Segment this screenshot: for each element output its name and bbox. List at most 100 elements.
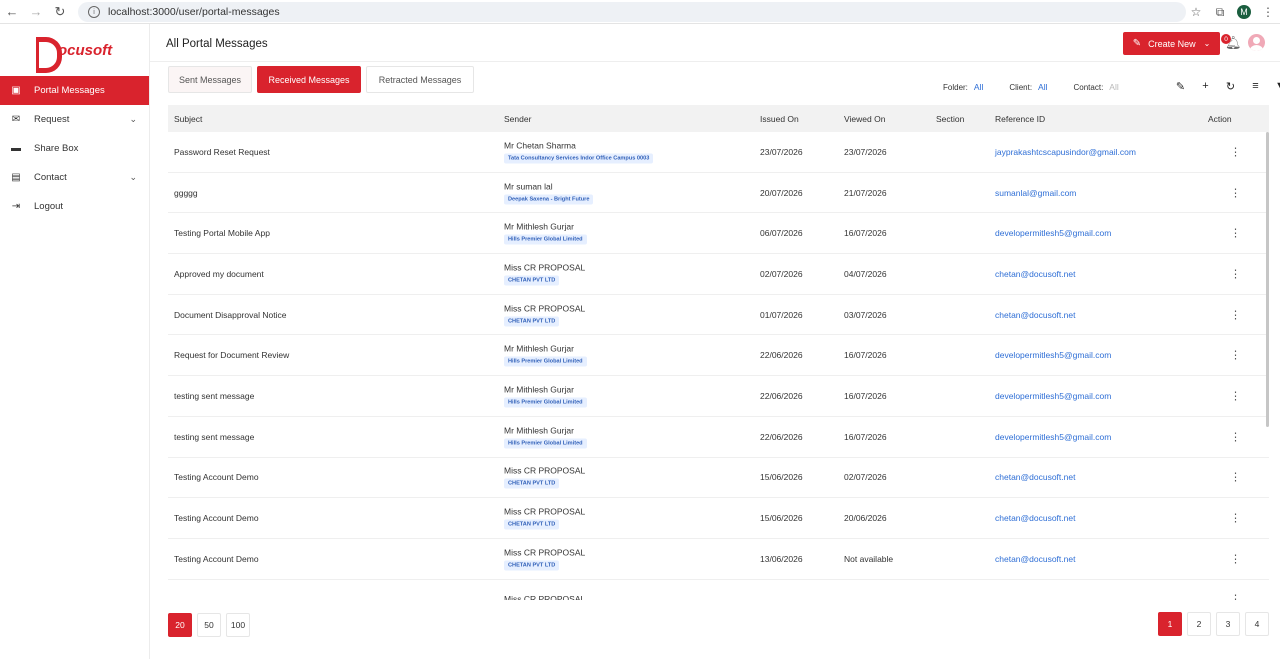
row-actions-kebab-icon[interactable]: ⋮ bbox=[1230, 186, 1241, 199]
page-size-20[interactable]: 20 bbox=[168, 613, 192, 637]
table-row[interactable]: Document Disapproval Notice Miss CR PROPO… bbox=[168, 295, 1269, 336]
client-filter-select[interactable]: All bbox=[1038, 82, 1047, 92]
cell-viewed-on: 16/07/2026 bbox=[844, 350, 887, 361]
page-button-1[interactable]: 1 bbox=[1158, 612, 1182, 636]
refresh-icon[interactable]: ↻ bbox=[1218, 80, 1243, 93]
column-header-viewed-on[interactable]: Viewed On bbox=[844, 114, 885, 124]
sidebar-item-share-box[interactable]: ▬ Share Box bbox=[0, 134, 149, 163]
cell-viewed-on: 16/07/2026 bbox=[844, 228, 887, 239]
browser-menu-icon[interactable]: ⋮ bbox=[1256, 5, 1280, 19]
column-header-section[interactable]: Section bbox=[936, 114, 964, 124]
tab-retracted-messages[interactable]: Retracted Messages bbox=[366, 66, 474, 93]
table-row[interactable]: Testing Portal Mobile App Mr Mithlesh Gur… bbox=[168, 213, 1269, 255]
page-button-2[interactable]: 2 bbox=[1187, 612, 1211, 636]
cell-issued-on: 13/06/2026 bbox=[760, 553, 803, 564]
column-header-reference-id[interactable]: Reference ID bbox=[995, 114, 1045, 124]
table-row[interactable]: ggggg Mr suman lal Deepak Saxena - Bright … bbox=[168, 173, 1269, 214]
table-row[interactable]: testing sent message Mr Mithlesh Gurjar Hi… bbox=[168, 376, 1269, 417]
sender-name: Miss CR PROPOSAL bbox=[504, 594, 586, 600]
row-actions-kebab-icon[interactable]: ⋮ bbox=[1230, 512, 1241, 525]
sender-name: Mr Mithlesh Gurjar bbox=[504, 221, 574, 232]
page-button-4[interactable]: 4 bbox=[1245, 612, 1269, 636]
table-header: Subject Sender Issued On Viewed On Secti… bbox=[168, 105, 1269, 132]
chevron-down-icon: ⌄ bbox=[129, 172, 137, 182]
contact-filter-select[interactable]: All bbox=[1109, 82, 1118, 92]
row-actions-kebab-icon[interactable]: ⋮ bbox=[1230, 308, 1241, 321]
column-header-subject[interactable]: Subject bbox=[174, 114, 202, 124]
row-actions-kebab-icon[interactable]: ⋮ bbox=[1230, 349, 1241, 362]
url-text: localhost:3000/user/portal-messages bbox=[108, 6, 280, 18]
inbox-icon: ▣ bbox=[11, 85, 21, 96]
forward-arrow-icon[interactable]: → bbox=[24, 0, 48, 24]
extensions-icon[interactable]: ⧉ bbox=[1208, 5, 1232, 20]
sender-name: Miss CR PROPOSAL bbox=[504, 262, 586, 273]
reference-id-link[interactable]: developermitlesh5@gmail.com bbox=[995, 432, 1111, 442]
sort-icon[interactable]: ≡ bbox=[1243, 80, 1268, 93]
page-size-50[interactable]: 50 bbox=[197, 613, 221, 637]
address-bar[interactable]: i localhost:3000/user/portal-messages bbox=[78, 2, 1186, 22]
tab-sent-messages[interactable]: Sent Messages bbox=[168, 66, 252, 93]
back-arrow-icon[interactable]: ← bbox=[0, 0, 24, 24]
page-button-3[interactable]: 3 bbox=[1216, 612, 1240, 636]
edit-icon[interactable]: ✎ bbox=[1168, 80, 1193, 93]
reference-id-link[interactable]: chetan@docusoft.net bbox=[995, 310, 1075, 320]
reference-id-link[interactable]: developermitlesh5@gmail.com bbox=[995, 228, 1111, 238]
column-header-issued-on[interactable]: Issued On bbox=[760, 114, 799, 124]
page-size-100[interactable]: 100 bbox=[226, 613, 250, 637]
reference-id-link[interactable]: chetan@docusoft.net bbox=[995, 472, 1075, 482]
table-row[interactable]: Approved my document Miss CR PROPOSAL CHET… bbox=[168, 254, 1269, 295]
cell-subject: Testing Account Demo bbox=[174, 513, 259, 524]
cell-viewed-on: 04/07/2026 bbox=[844, 268, 887, 279]
cell-issued-on: 15/06/2026 bbox=[760, 513, 803, 524]
row-actions-kebab-icon[interactable]: ⋮ bbox=[1230, 430, 1241, 443]
cell-subject: Password Reset Request bbox=[174, 146, 270, 157]
add-icon[interactable]: + bbox=[1193, 80, 1218, 93]
create-new-button[interactable]: ✎ Create New ⌄ bbox=[1123, 32, 1220, 55]
table-row[interactable]: Miss CR PROPOSAL ⋮ bbox=[168, 580, 1269, 600]
table-row[interactable]: Request for Document Review Mr Mithlesh G… bbox=[168, 335, 1269, 377]
reference-id-link[interactable]: chetan@docusoft.net bbox=[995, 513, 1075, 523]
chevron-down-icon: ⌄ bbox=[1203, 39, 1211, 48]
cell-viewed-on: 03/07/2026 bbox=[844, 309, 887, 320]
cell-subject: Request for Document Review bbox=[174, 350, 290, 361]
brand-logo[interactable]: ocusoft bbox=[0, 24, 149, 76]
reload-icon[interactable]: ↻ bbox=[48, 0, 72, 24]
sender-name: Miss CR PROPOSAL bbox=[504, 506, 586, 517]
row-actions-kebab-icon[interactable]: ⋮ bbox=[1230, 552, 1241, 565]
row-actions-kebab-icon[interactable]: ⋮ bbox=[1230, 267, 1241, 280]
reference-id-link[interactable]: chetan@docusoft.net bbox=[995, 554, 1075, 564]
reference-id-link[interactable]: developermitlesh5@gmail.com bbox=[995, 391, 1111, 401]
sidebar-item-logout[interactable]: ⇥ Logout bbox=[0, 192, 149, 221]
site-info-icon[interactable]: i bbox=[88, 6, 100, 18]
sidebar-item-portal-messages[interactable]: ▣ Portal Messages bbox=[0, 76, 149, 105]
sidebar-item-request[interactable]: ✉ Request ⌄ bbox=[0, 105, 149, 134]
reference-id-link[interactable]: sumanlal@gmail.com bbox=[995, 188, 1076, 198]
user-avatar[interactable] bbox=[1248, 34, 1265, 51]
row-actions-kebab-icon[interactable]: ⋮ bbox=[1230, 471, 1241, 484]
profile-avatar[interactable]: M bbox=[1237, 5, 1251, 19]
column-header-sender[interactable]: Sender bbox=[504, 114, 531, 124]
table-row[interactable]: Testing Account Demo Miss CR PROPOSAL CHET… bbox=[168, 498, 1269, 539]
cell-sender: Mr Mithlesh Gurjar Hills Premier Global L… bbox=[504, 344, 587, 367]
table-scrollbar[interactable] bbox=[1266, 132, 1269, 427]
tab-received-messages[interactable]: Received Messages bbox=[257, 66, 361, 93]
folder-filter-label: Folder: bbox=[943, 82, 968, 92]
table-row[interactable]: testing sent message Mr Mithlesh Gurjar Hi… bbox=[168, 417, 1269, 458]
reference-id-link[interactable]: chetan@docusoft.net bbox=[995, 269, 1075, 279]
filter-icon[interactable]: ▼ bbox=[1268, 80, 1280, 93]
bookmark-star-icon[interactable]: ☆ bbox=[1184, 5, 1208, 19]
reference-id-link[interactable]: developermitlesh5@gmail.com bbox=[995, 350, 1111, 360]
logo-d-mark-icon bbox=[36, 37, 62, 73]
row-actions-kebab-icon[interactable]: ⋮ bbox=[1230, 227, 1241, 240]
cell-viewed-on: 23/07/2026 bbox=[844, 146, 887, 157]
row-actions-kebab-icon[interactable]: ⋮ bbox=[1230, 145, 1241, 158]
table-row[interactable]: Testing Account Demo Miss CR PROPOSAL CHET… bbox=[168, 458, 1269, 499]
sidebar-item-contact[interactable]: ▤ Contact ⌄ bbox=[0, 163, 149, 192]
cell-subject: Testing Account Demo bbox=[174, 472, 259, 483]
row-actions-kebab-icon[interactable]: ⋮ bbox=[1230, 389, 1241, 402]
row-actions-kebab-icon[interactable]: ⋮ bbox=[1230, 593, 1241, 600]
table-row[interactable]: Testing Account Demo Miss CR PROPOSAL CHET… bbox=[168, 539, 1269, 580]
reference-id-link[interactable]: jayprakashtcscapusindor@gmail.com bbox=[995, 147, 1136, 157]
table-row[interactable]: Password Reset Request Mr Chetan Sharma Ta… bbox=[168, 132, 1269, 173]
folder-filter-select[interactable]: All bbox=[974, 82, 983, 92]
